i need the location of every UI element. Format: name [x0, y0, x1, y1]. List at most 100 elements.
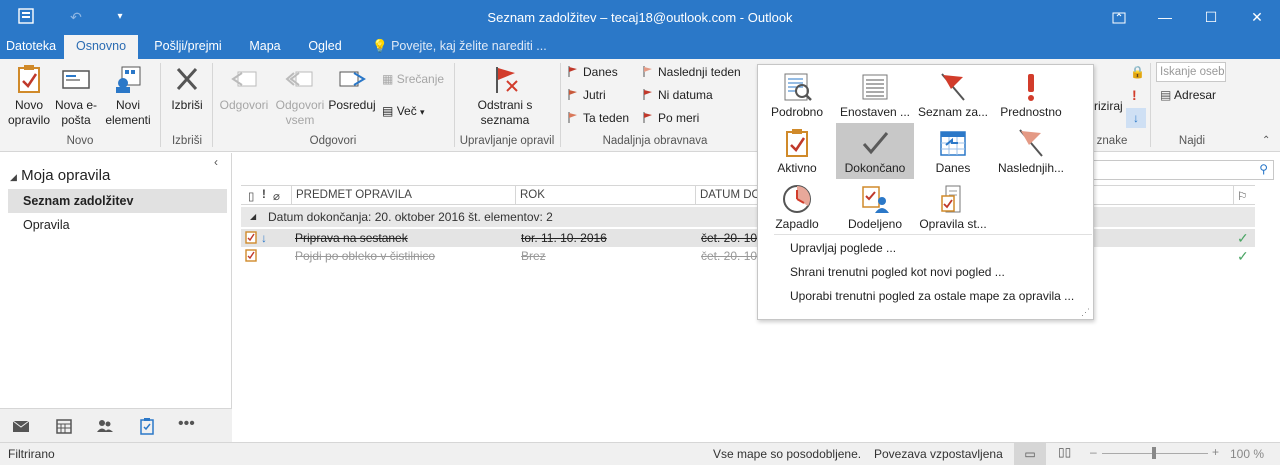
flag-tomorrow-button[interactable]: Jutri [568, 85, 606, 105]
zoom-in-icon[interactable]: + [1212, 445, 1219, 459]
task-subject: Pojdi po obleko v čistilnico [295, 249, 436, 263]
address-book-button[interactable]: ▤ Adresar [1160, 85, 1216, 105]
collapse-ribbon-icon[interactable]: ⌃ [1262, 135, 1270, 146]
ribbon-display-options-icon[interactable] [1096, 0, 1142, 35]
manage-views-item[interactable]: Upravljaj poglede ... [790, 241, 896, 255]
lock-icon[interactable]: 🔒 [1130, 65, 1145, 79]
column-completed[interactable]: DATUM DO [700, 189, 760, 201]
tab-folder[interactable]: Mapa [240, 35, 290, 59]
normal-view-icon[interactable]: ▭ [1014, 443, 1046, 465]
people-icon[interactable] [96, 417, 114, 435]
flag-no-date-button[interactable]: Ni datuma [643, 85, 713, 105]
flag-next-week-label: Naslednji teden [658, 65, 741, 79]
next-days-flag-icon [1015, 127, 1047, 159]
tell-me-text: Povejte, kaj želite narediti ... [391, 39, 547, 53]
high-importance-icon[interactable]: ! [1132, 87, 1144, 103]
view-option-label: Seznam za... [917, 105, 989, 119]
completed-check-icon[interactable]: ✓ [1237, 247, 1249, 265]
address-book-icon: ▤ [1160, 88, 1172, 102]
view-option-completed[interactable]: Dokončano [836, 123, 914, 179]
module-switcher: ••• [0, 408, 232, 442]
task-completed: čet. 20. 10. [701, 249, 761, 263]
zoom-thumb[interactable] [1152, 447, 1156, 459]
search-people-input[interactable]: Iskanje oseb [1156, 62, 1226, 82]
group-header[interactable]: ◢ Datum dokončanja: 20. oktober 2016 št.… [241, 207, 1255, 227]
zoom-slider[interactable] [1102, 447, 1208, 459]
flag-this-week-button[interactable]: Ta teden [568, 108, 629, 128]
my-tasks-header[interactable]: ◢ Moja opravila [10, 167, 110, 184]
flag-custom-button[interactable]: Po meri [643, 108, 699, 128]
flag-today-button[interactable]: Danes [568, 62, 618, 82]
new-email-button[interactable]: Nova e-pošta [54, 63, 98, 128]
new-task-icon [13, 63, 45, 95]
group-delete-label: Izbriši [171, 135, 203, 147]
tab-send-receive[interactable]: Pošlji/prejmi [143, 35, 233, 59]
meeting-button[interactable]: ▦ Srečanje [382, 69, 444, 89]
flag-next-week-button[interactable]: Naslednji teden [643, 62, 741, 82]
task-icon-column-icon[interactable]: ▯ [248, 189, 254, 203]
maximize-button[interactable]: ☐ [1188, 0, 1234, 35]
table-row[interactable]: Pojdi po obleko v čistilnico Brez čet. 2… [241, 247, 1255, 265]
view-option-prioritized[interactable]: Prednostno [992, 67, 1070, 123]
remove-from-list-button[interactable]: Odstrani s seznama [470, 63, 540, 128]
view-option-simple-list[interactable]: Enostaven ... [836, 67, 914, 123]
group-find-label: Najdi [1178, 135, 1206, 147]
nav-item-tasks[interactable]: Opravila [8, 213, 227, 237]
reading-view-icon[interactable]: ▯▯ [1058, 445, 1071, 459]
calendar-icon[interactable] [55, 417, 73, 435]
view-option-detailed[interactable]: Podrobno [758, 67, 836, 123]
zoom-out-icon[interactable]: – [1090, 445, 1097, 459]
view-option-label: Zapadlo [775, 217, 819, 231]
forward-button[interactable]: Posreduj [326, 63, 378, 113]
tab-file[interactable]: Datoteka [0, 35, 62, 59]
tab-view[interactable]: Ogled [298, 35, 352, 59]
flag-tomorrow-label: Jutri [583, 88, 606, 102]
view-option-assigned[interactable]: Dodeljeno [836, 179, 914, 235]
zoom-level[interactable]: 100 % [1230, 447, 1264, 461]
view-option-server-tasks[interactable]: Opravila st... [914, 179, 992, 235]
new-items-button[interactable]: Novi elementi [100, 63, 156, 128]
column-subject[interactable]: PREDMET OPRAVILA [296, 189, 412, 201]
more-dots-icon[interactable]: ••• [178, 416, 202, 435]
more-icon: ▤ [382, 104, 394, 118]
prioritize-button[interactable]: riziraj [1094, 96, 1123, 116]
close-button[interactable]: ✕ [1234, 0, 1280, 35]
minimize-button[interactable]: — [1142, 0, 1188, 35]
attachment-column-icon[interactable]: ⌀ [273, 189, 280, 203]
table-row[interactable]: ↓ Priprava na sestanek tor. 11. 10. 2016… [241, 229, 1255, 247]
collapse-pane-icon[interactable]: ‹ [214, 155, 218, 169]
flag-icon [643, 66, 652, 77]
new-task-button[interactable]: Novo opravilo [4, 63, 54, 128]
delete-button[interactable]: Izbriši [166, 63, 208, 113]
tasks-icon[interactable] [138, 417, 156, 435]
prioritize-label: riziraj [1094, 99, 1123, 113]
resize-grip-icon[interactable]: ⋰ [1081, 307, 1090, 318]
reply-all-button[interactable]: Odgovori vsem [272, 63, 328, 128]
save-view-item[interactable]: Shrani trenutni pogled kot novi pogled .… [790, 265, 1005, 279]
group-tags-label: znake [1096, 135, 1128, 147]
importance-column-icon[interactable]: ! [262, 189, 266, 201]
group-respond-label: Odgovori [309, 135, 357, 147]
flag-filter-icon[interactable]: ⚐ [1237, 189, 1247, 203]
completed-check-icon[interactable]: ✓ [1237, 229, 1249, 247]
view-option-today[interactable]: Danes [914, 123, 992, 179]
task-due: Brez [521, 249, 546, 263]
search-input[interactable]: ⚲ [1093, 160, 1274, 180]
tell-me-box[interactable]: 💡 Povejte, kaj želite narediti ... [372, 39, 547, 54]
reply-button[interactable]: Odgovori [216, 63, 272, 113]
view-option-label: Prednostno [1000, 105, 1062, 119]
nav-item-todo-list[interactable]: Seznam zadolžitev [8, 189, 227, 213]
tab-home[interactable]: Osnovno [64, 35, 138, 59]
view-option-overdue[interactable]: Zapadlo [758, 179, 836, 235]
apply-view-item[interactable]: Uporabi trenutni pogled za ostale mape z… [790, 289, 1074, 303]
more-button[interactable]: ▤ Več ▾ [382, 101, 425, 121]
reply-all-icon [284, 63, 316, 95]
flag-custom-label: Po meri [658, 111, 700, 125]
view-option-active[interactable]: Aktivno [758, 123, 836, 179]
task-subject: Priprava na sestanek [295, 231, 408, 245]
low-importance-icon[interactable]: ↓ [1126, 108, 1146, 128]
view-option-todo-list[interactable]: Seznam za... [914, 67, 992, 123]
view-option-next-days[interactable]: Naslednjih... [992, 123, 1070, 179]
mail-icon[interactable] [12, 417, 30, 435]
column-due[interactable]: ROK [520, 189, 545, 201]
